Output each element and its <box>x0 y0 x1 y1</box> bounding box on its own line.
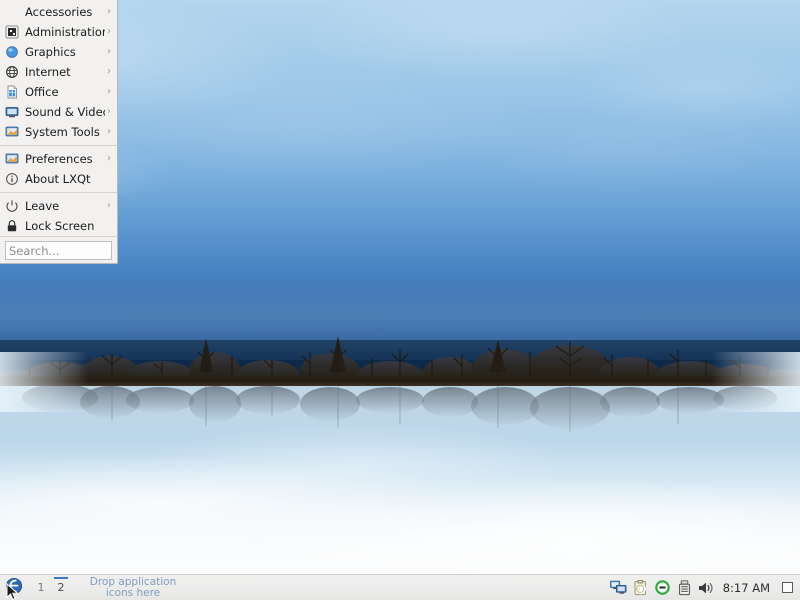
clipboard-icon[interactable] <box>631 578 651 598</box>
lock-icon <box>5 219 19 233</box>
do-not-disturb-icon[interactable] <box>653 578 673 598</box>
application-menu-list: Accessories › Administration › Graphics … <box>0 0 117 236</box>
menu-item-office[interactable]: Office › <box>0 82 117 102</box>
system-tray <box>609 576 719 600</box>
show-desktop-icon <box>781 582 793 593</box>
usb-device-icon[interactable] <box>675 578 695 598</box>
menu-item-label: Leave <box>25 199 60 213</box>
administration-icon <box>5 25 19 39</box>
menu-item-label: Graphics <box>25 45 76 59</box>
menu-item-internet[interactable]: Internet › <box>0 62 117 82</box>
graphics-icon <box>5 45 19 59</box>
desktop-wallpaper[interactable] <box>0 0 800 574</box>
chevron-right-icon: › <box>107 6 111 17</box>
clock-time-label: 8:17 AM <box>722 580 770 595</box>
menu-separator <box>0 145 117 146</box>
system-tools-icon <box>5 125 19 139</box>
start-menu-button[interactable] <box>1 576 27 600</box>
menu-item-label: Office <box>25 85 59 99</box>
network-monitors-icon[interactable] <box>609 578 629 598</box>
pager-desktop-label: 2 <box>57 581 65 594</box>
power-icon <box>5 199 19 213</box>
menu-item-administration[interactable]: Administration › <box>0 22 117 42</box>
volume-icon[interactable] <box>697 578 717 598</box>
preferences-icon <box>5 152 19 166</box>
accessories-icon <box>5 5 19 19</box>
chevron-right-icon: › <box>107 66 111 77</box>
menu-item-label: Administration <box>25 25 105 39</box>
menu-search-area <box>0 236 117 265</box>
menu-item-label: Lock Screen <box>25 219 95 233</box>
quick-launch-placeholder-text: Drop application icons here <box>89 575 177 599</box>
menu-item-label: Sound & Video <box>25 105 105 119</box>
menu-item-label: Accessories <box>25 5 93 19</box>
internet-icon <box>5 65 19 79</box>
menu-item-accessories[interactable]: Accessories › <box>0 2 117 22</box>
quick-launch-bar[interactable]: Drop application icons here <box>77 576 189 600</box>
task-list[interactable] <box>189 576 609 600</box>
menu-item-label: Internet <box>25 65 71 79</box>
chevron-right-icon: › <box>107 126 111 137</box>
chevron-right-icon: › <box>107 153 111 164</box>
chevron-right-icon: › <box>107 86 111 97</box>
pager-desktop-1[interactable]: 1 <box>31 577 51 599</box>
chevron-right-icon: › <box>107 200 111 211</box>
info-icon <box>5 172 19 186</box>
chevron-right-icon: › <box>107 106 111 117</box>
sound-video-icon <box>5 105 19 119</box>
lxqt-logo-icon <box>5 577 23 598</box>
menu-item-lock-screen[interactable]: Lock Screen <box>0 216 117 236</box>
pager-desktop-label: 1 <box>37 581 45 594</box>
show-desktop-button[interactable] <box>777 578 797 598</box>
taskbar: 1 2 Drop application icons here 8:17 AM <box>0 574 800 600</box>
menu-separator <box>0 192 117 193</box>
search-input[interactable] <box>5 241 112 260</box>
menu-item-preferences[interactable]: Preferences › <box>0 149 117 169</box>
wallpaper-fog-layer <box>0 400 800 574</box>
pager-desktop-2[interactable]: 2 <box>51 576 71 599</box>
menu-item-label: System Tools <box>25 125 100 139</box>
menu-item-system-tools[interactable]: System Tools › <box>0 122 117 142</box>
menu-item-leave[interactable]: Leave › <box>0 196 117 216</box>
menu-item-label: About LXQt <box>25 172 91 186</box>
menu-item-graphics[interactable]: Graphics › <box>0 42 117 62</box>
office-icon <box>5 85 19 99</box>
clock[interactable]: 8:17 AM <box>719 576 777 600</box>
chevron-right-icon: › <box>107 46 111 57</box>
menu-item-label: Preferences <box>25 152 93 166</box>
chevron-right-icon: › <box>107 26 111 37</box>
menu-item-about-lxqt[interactable]: About LXQt <box>0 169 117 189</box>
desktop-pager[interactable]: 1 2 <box>31 576 71 600</box>
application-menu[interactable]: Accessories › Administration › Graphics … <box>0 0 118 264</box>
menu-item-sound-video[interactable]: Sound & Video › <box>0 102 117 122</box>
